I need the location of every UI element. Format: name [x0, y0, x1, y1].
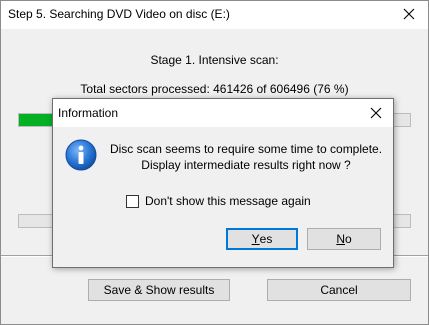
close-icon	[403, 8, 415, 20]
dialog-title-bar: Information	[53, 99, 393, 127]
window-title: Step 5. Searching DVD Video on disc (E:)	[8, 7, 230, 21]
dialog-message: Disc scan seems to require some time to …	[103, 141, 389, 173]
no-button[interactable]: No	[307, 228, 381, 250]
dialog-close-button[interactable]	[363, 102, 389, 124]
no-mnemonic: N	[336, 232, 345, 246]
message-line-2: Display intermediate results right now ?	[141, 158, 351, 172]
dialog-title: Information	[58, 106, 119, 120]
save-show-results-button[interactable]: Save & Show results	[88, 279, 230, 301]
information-icon	[65, 139, 97, 171]
yes-button[interactable]: Yes	[226, 228, 298, 250]
title-bar: Step 5. Searching DVD Video on disc (E:)	[1, 1, 428, 29]
close-icon	[370, 107, 382, 119]
sectors-status: Total sectors processed: 461426 of 60649…	[80, 82, 349, 96]
dont-show-again-option[interactable]: Don't show this message again	[126, 194, 311, 208]
yes-label-rest: es	[259, 232, 273, 246]
stage-label: Stage 1. Intensive scan:	[150, 53, 279, 67]
message-line-1: Disc scan seems to require some time to …	[109, 142, 383, 156]
cancel-button[interactable]: Cancel	[267, 279, 411, 301]
dont-show-again-label: Don't show this message again	[145, 194, 311, 208]
yes-mnemonic: Y	[251, 232, 260, 246]
information-dialog: Information Disc scan seems to require s…	[52, 98, 394, 268]
no-label-rest: o	[344, 232, 352, 246]
close-button[interactable]	[395, 3, 423, 25]
dont-show-again-checkbox[interactable]	[126, 194, 139, 208]
